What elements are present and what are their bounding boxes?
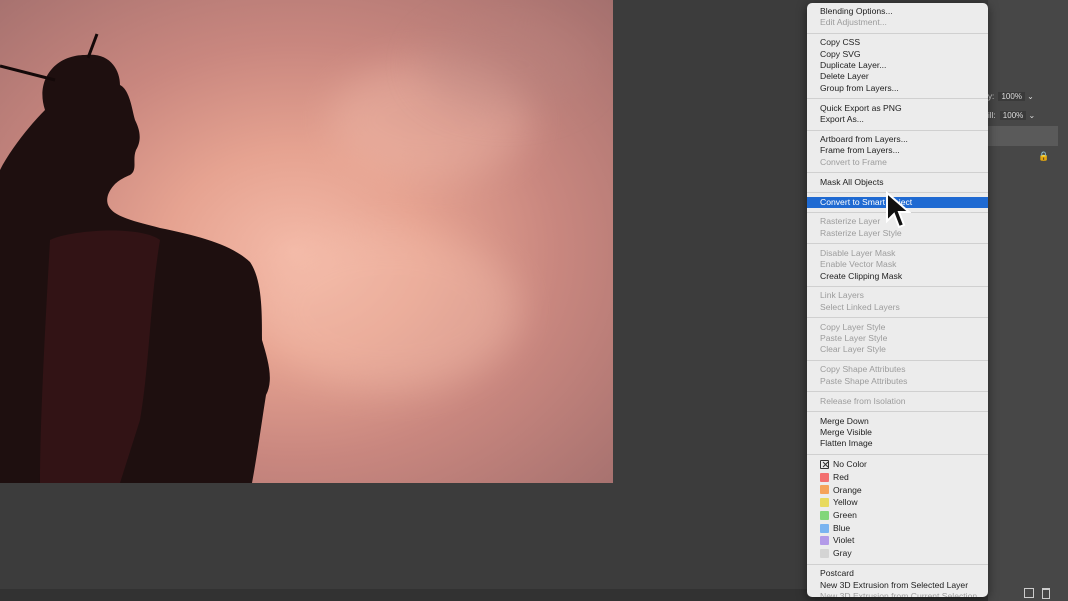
menu-item-group-from-layers[interactable]: Group from Layers...: [807, 83, 988, 94]
menu-separator: [807, 32, 988, 34]
menu-separator: [807, 98, 988, 100]
menu-separator: [807, 129, 988, 131]
menu-item-clear-layer-style: Clear Layer Style: [820, 344, 886, 355]
color-swatch-icon: [820, 485, 829, 495]
color-swatch-icon: [820, 498, 829, 508]
color-swatch-icon: [820, 472, 829, 482]
layer-context-menu: Blending Options... Edit Adjustment... Cop…: [807, 3, 988, 597]
color-item-orange[interactable]: Orange: [807, 484, 988, 497]
menu-item-export-as[interactable]: Export As...: [807, 114, 988, 125]
color-swatch-icon: [820, 548, 829, 558]
menu-item-convert-to-frame: Convert to Frame: [820, 156, 887, 167]
menu-item-link-layers: Link Layers: [820, 290, 864, 301]
menu-item-flatten-image[interactable]: Flatten Image: [807, 438, 988, 449]
color-swatch-icon: [820, 523, 829, 533]
menu-item-quick-export-as-png[interactable]: Quick Export as PNG: [807, 103, 988, 114]
color-item-no-color[interactable]: No Color: [807, 458, 988, 471]
menu-item-mask-all-objects[interactable]: Mask All Objects: [807, 177, 988, 188]
color-item-label: No Color: [833, 459, 867, 470]
menu-item-merge-visible[interactable]: Merge Visible: [807, 427, 988, 438]
menu-item-copy-css[interactable]: Copy CSS: [807, 37, 988, 48]
chevron-down-icon[interactable]: ⌄: [1027, 92, 1034, 101]
color-item-label: Red: [833, 471, 849, 482]
menu-item-copy-layer-style: Copy Layer Style: [820, 321, 886, 332]
menu-separator: [807, 359, 988, 361]
menu-separator: [807, 172, 988, 174]
opacity-value[interactable]: 100%: [998, 92, 1025, 101]
color-item-label: Yellow: [833, 497, 858, 508]
menu-separator: [807, 411, 988, 413]
menu-item-copy-shape-attributes: Copy Shape Attributes: [820, 364, 906, 375]
fill-value[interactable]: 100%: [999, 111, 1027, 120]
color-item-label: Blue: [833, 522, 851, 533]
menu-item-edit-adjustment: Edit Adjustment...: [820, 17, 887, 28]
menu-item-new-3d-extrusion-from-current-selection: New 3D Extrusion from Current Selection: [820, 591, 978, 597]
color-swatch-icon: [820, 510, 829, 520]
menu-item-release-from-isolation: Release from Isolation: [820, 395, 906, 406]
color-item-label: Green: [833, 509, 857, 520]
menu-item-paste-layer-style: Paste Layer Style: [820, 333, 888, 344]
menu-item-blending-options[interactable]: Blending Options...: [807, 6, 988, 17]
menu-item-create-clipping-mask[interactable]: Create Clipping Mask: [807, 271, 988, 282]
chevron-down-icon[interactable]: ⌄: [1029, 111, 1036, 120]
document-canvas[interactable]: [0, 0, 613, 483]
color-item-blue[interactable]: Blue: [807, 522, 988, 535]
menu-item-paste-shape-attributes: Paste Shape Attributes: [820, 375, 908, 386]
menu-item-select-linked-layers: Select Linked Layers: [820, 301, 900, 312]
color-swatch-icon: [820, 536, 829, 546]
menu-item-postcard[interactable]: Postcard: [807, 568, 988, 579]
menu-separator: [807, 317, 988, 319]
mouse-pointer-icon: [886, 191, 911, 229]
menu-item-artboard-from-layers[interactable]: Artboard from Layers...: [807, 134, 988, 145]
lock-icon: 🔒: [1038, 151, 1050, 161]
opacity-label: y:: [988, 92, 995, 101]
menu-item-enable-vector-mask: Enable Vector Mask: [820, 259, 897, 270]
menu-separator: [807, 453, 988, 455]
trash-icon[interactable]: [1042, 588, 1050, 599]
menu-item-copy-svg[interactable]: Copy SVG: [807, 49, 988, 60]
menu-item-delete-layer[interactable]: Delete Layer: [807, 71, 988, 82]
color-item-label: Gray: [833, 548, 852, 559]
selected-layer-row[interactable]: [988, 126, 1058, 146]
color-item-label: Violet: [833, 535, 855, 546]
silhouette-woman-image: [0, 33, 270, 483]
menu-item-duplicate-layer[interactable]: Duplicate Layer...: [807, 60, 988, 71]
color-item-red[interactable]: Red: [807, 471, 988, 484]
menu-separator: [807, 285, 988, 287]
menu-item-merge-down[interactable]: Merge Down: [807, 416, 988, 427]
color-item-violet[interactable]: Violet: [807, 534, 988, 547]
menu-separator: [807, 563, 988, 565]
menu-item-frame-from-layers[interactable]: Frame from Layers...: [807, 145, 988, 156]
color-item-yellow[interactable]: Yellow: [807, 496, 988, 509]
layers-panel-strip: y: 100% ⌄ ill: 100% ⌄ 🔒: [988, 0, 1068, 601]
fill-label: ill:: [988, 111, 996, 120]
color-item-green[interactable]: Green: [807, 509, 988, 522]
menu-item-disable-layer-mask: Disable Layer Mask: [820, 247, 896, 258]
new-layer-icon[interactable]: [1024, 588, 1034, 598]
menu-separator: [807, 391, 988, 393]
color-item-gray[interactable]: Gray: [807, 547, 988, 560]
menu-separator: [807, 243, 988, 245]
menu-item-new-3d-extrusion-from-selected-layer[interactable]: New 3D Extrusion from Selected Layer: [807, 580, 988, 591]
no-color-swatch-icon: [820, 460, 829, 470]
color-item-label: Orange: [833, 484, 862, 495]
